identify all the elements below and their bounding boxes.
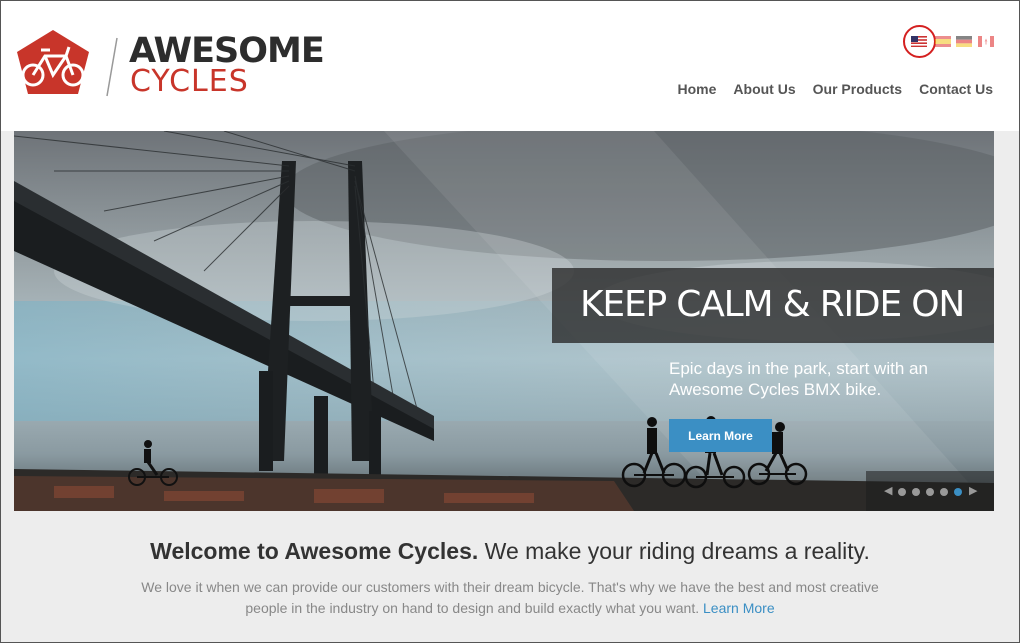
welcome-heading-rest: We make your riding dreams a reality. (478, 538, 870, 564)
hero-learn-more-button[interactable]: Learn More (669, 419, 772, 452)
slider-dot-2[interactable] (912, 488, 920, 496)
nav-about-us[interactable]: About Us (733, 81, 795, 97)
spain-flag-icon[interactable] (935, 36, 951, 47)
intro-paragraph: We love it when we can provide our custo… (120, 577, 900, 619)
slider-dot-4[interactable] (940, 488, 948, 496)
site-header: AWESOME CYCLES Home About Us Our Product… (1, 1, 1019, 131)
logo-wordmark-bottom: CYCLES (130, 64, 249, 99)
bicycle-logo-icon[interactable] (14, 28, 92, 96)
nav-home[interactable]: Home (678, 81, 717, 97)
hero-slider: KEEP CALM & RIDE ON Epic days in the par… (14, 131, 994, 511)
slider-next-arrow-icon[interactable]: ▶ (969, 484, 977, 497)
slider-dot-5-active[interactable] (954, 488, 962, 496)
canada-flag-icon[interactable] (978, 36, 994, 47)
nav-contact-us[interactable]: Contact Us (919, 81, 993, 97)
slider-dot-1[interactable] (898, 488, 906, 496)
hero-subtitle: Epic days in the park, start with an Awe… (669, 359, 928, 399)
slider-dot-3[interactable] (926, 488, 934, 496)
us-flag-icon[interactable] (911, 36, 927, 47)
hero-caption-box: KEEP CALM & RIDE ON (552, 268, 994, 343)
welcome-heading-bold: Welcome to Awesome Cycles. (150, 538, 479, 564)
welcome-heading: Welcome to Awesome Cycles. We make your … (0, 538, 1020, 565)
hero-title: KEEP CALM & RIDE ON (580, 284, 965, 325)
logo-divider (106, 37, 118, 97)
germany-flag-icon[interactable] (956, 36, 972, 47)
language-selector (903, 25, 1003, 59)
intro-learn-more-link[interactable]: Learn More (703, 600, 775, 616)
main-nav: Home About Us Our Products Contact Us (678, 81, 994, 97)
slider-prev-arrow-icon[interactable]: ◀ (884, 484, 892, 497)
nav-our-products[interactable]: Our Products (813, 81, 902, 97)
slider-controls: ◀ ▶ (866, 471, 994, 511)
